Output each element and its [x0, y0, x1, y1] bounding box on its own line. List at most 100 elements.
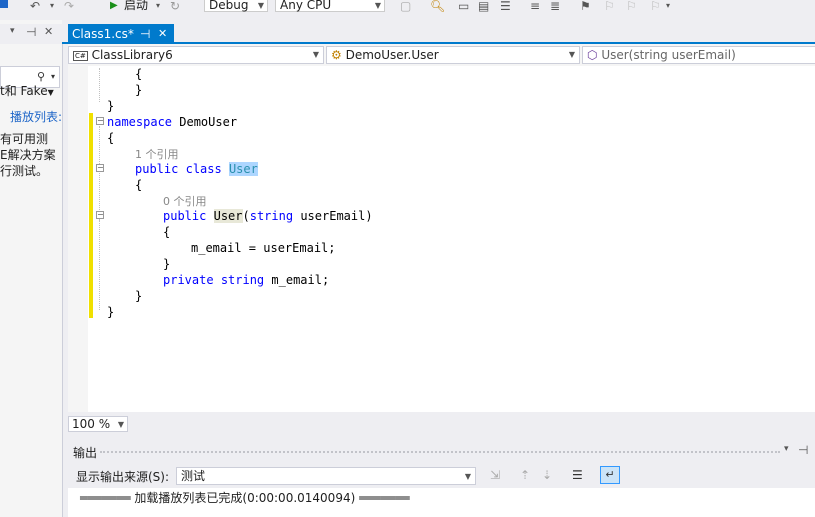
test-explorer-panel: ▾ ⊣ ✕ ⚲ ▾ t和 Fake▼ 播放列表: 有可用测 E解决方案 行测试。: [0, 20, 63, 517]
config-dropdown[interactable]: Debug ▼: [204, 0, 268, 12]
chevron-down-icon: ▼: [117, 420, 124, 429]
collapse-toggle[interactable]: −: [96, 117, 104, 125]
editor-status-bar: [68, 412, 815, 432]
code-line: public class User: [135, 162, 258, 176]
panel-title-bar: ▾ ⊣ ✕: [0, 24, 62, 44]
tab-class1-cs[interactable]: Class1.cs* ⊣ ✕: [68, 24, 174, 44]
playlist-filter[interactable]: t和 Fake▼: [0, 82, 54, 99]
code-line: }: [163, 257, 171, 271]
clear-bookmarks-icon[interactable]: ⚐: [650, 0, 661, 12]
save-icon[interactable]: [0, 0, 8, 8]
platform-dropdown[interactable]: Any CPU ▼: [275, 0, 385, 12]
prev-bookmark-icon[interactable]: ⚐: [604, 0, 615, 12]
start-icon[interactable]: ▶: [110, 0, 118, 12]
config-value: Debug: [209, 0, 249, 12]
bookmark-icon[interactable]: ⚑: [580, 0, 591, 12]
platform-value: Any CPU: [280, 0, 332, 12]
collapse-toggle[interactable]: −: [96, 164, 104, 172]
outdent-icon[interactable]: ≣: [550, 0, 560, 12]
find-icon[interactable]: 🔍︎: [430, 0, 445, 12]
code-line: {: [135, 67, 143, 81]
code-line: {: [135, 178, 143, 192]
chevron-down-icon: ▾: [51, 72, 56, 81]
undo-icon[interactable]: ↶: [30, 0, 40, 12]
filter-label: t和 Fake: [0, 84, 48, 98]
pin-icon[interactable]: ⊣: [26, 25, 36, 39]
pin-icon[interactable]: ⊣: [140, 24, 150, 44]
empty-message: 有可用测 E解决方案 行测试。: [0, 131, 56, 179]
indicator-margin: [68, 66, 88, 412]
clear-all-icon[interactable]: ☰: [572, 468, 583, 482]
chevron-down-icon: ▼: [374, 1, 381, 10]
chevron-down-icon: ▼: [47, 88, 54, 97]
project-dropdown[interactable]: C# ClassLibrary6 ▼: [68, 46, 324, 64]
refresh-icon[interactable]: ↻: [170, 0, 180, 12]
chevron-down-icon: ▼: [568, 50, 575, 59]
code-line: }: [107, 99, 115, 113]
code-line: public User(string userEmail): [163, 209, 373, 223]
chevron-down-icon[interactable]: ▾: [156, 0, 160, 12]
collapse-toggle[interactable]: −: [96, 211, 104, 219]
project-name: ClassLibrary6: [91, 48, 173, 62]
class-icon: ⚙: [331, 48, 342, 62]
pin-icon[interactable]: ⊣: [798, 443, 808, 457]
output-source-dropdown[interactable]: 测试 ▼: [176, 467, 476, 485]
prev-message-icon[interactable]: ⇡: [520, 468, 530, 482]
type-name: DemoUser.User: [345, 48, 439, 62]
chevron-down-icon: ▼: [464, 472, 471, 481]
output-source-label: 显示输出来源(S):: [76, 470, 170, 484]
outline-guide: [99, 68, 100, 102]
zoom-dropdown[interactable]: 100 % ▼: [68, 416, 128, 432]
zoom-value: 100 %: [72, 417, 111, 431]
align-icon[interactable]: ☰: [500, 0, 511, 12]
type-dropdown[interactable]: ⚙ DemoUser.User ▼: [326, 46, 580, 64]
toolbar: ↶ ▾ ↷ ▶ 启动 ▾ ↻ Debug ▼ Any CPU ▼ ▢ 🔍︎ ▭ …: [0, 0, 815, 20]
code-line: }: [135, 83, 143, 97]
tab-strip: [62, 20, 815, 44]
changed-lines-marker: [89, 113, 93, 318]
attach-icon[interactable]: ▢: [400, 0, 411, 12]
code-line: m_email = userEmail;: [191, 241, 336, 255]
tab-label: Class1.cs*: [72, 27, 134, 41]
word-wrap-icon[interactable]: ↵: [600, 466, 620, 484]
next-bookmark-icon[interactable]: ⚐: [626, 0, 637, 12]
chevron-down-icon[interactable]: ▾: [666, 0, 670, 12]
dropdown-icon[interactable]: ▾: [10, 26, 15, 36]
start-button[interactable]: 启动: [124, 0, 148, 12]
output-title: 输出: [73, 446, 98, 460]
output-text-area[interactable]: ═══════ 加载播放列表已完成(0:00:00.0140094) ═════…: [68, 488, 815, 517]
codelens-references[interactable]: 1 个引用: [135, 146, 179, 162]
comment-icon[interactable]: ▭: [458, 0, 469, 12]
close-icon[interactable]: ✕: [44, 25, 53, 38]
code-line: namespace DemoUser: [107, 115, 238, 129]
code-line: }: [135, 289, 143, 303]
output-title-bar: 输出 ▾ ⊣: [68, 440, 815, 462]
method-icon: ⬡: [587, 48, 598, 62]
redo-icon[interactable]: ↷: [64, 0, 74, 12]
next-message-icon[interactable]: ⇣: [542, 468, 552, 482]
grip: [100, 451, 780, 453]
outline-guide: [99, 220, 100, 276]
chevron-down-icon: ▼: [257, 1, 264, 10]
close-icon[interactable]: ✕: [158, 24, 167, 44]
goto-source-icon[interactable]: ⇲: [490, 468, 500, 482]
codelens-references[interactable]: 0 个引用: [163, 193, 207, 209]
navigation-bar: C# ClassLibrary6 ▼ ⚙ DemoUser.User ▼ ⬡ U…: [68, 44, 815, 67]
playlist-link[interactable]: 播放列表:: [10, 108, 62, 125]
indent-icon[interactable]: ≡: [530, 0, 540, 12]
dropdown-icon[interactable]: ▾: [784, 444, 789, 454]
code-line: {: [107, 131, 115, 145]
chevron-down-icon: ▼: [312, 50, 319, 59]
output-source-value: 测试: [181, 469, 206, 483]
chevron-down-icon[interactable]: ▾: [50, 0, 54, 12]
member-dropdown[interactable]: ⬡ User(string userEmail): [582, 46, 815, 64]
csharp-project-icon: C#: [73, 50, 88, 61]
code-line: private string m_email;: [163, 273, 330, 287]
bookmark-window-icon[interactable]: ▤: [478, 0, 489, 12]
code-line: {: [163, 225, 171, 239]
message-line: 行测试。: [0, 164, 49, 178]
message-line: E解决方案: [0, 148, 56, 162]
output-message: ═══════ 加载播放列表已完成(0:00:00.0140094) ═════…: [80, 491, 410, 505]
code-line: }: [107, 305, 115, 319]
member-name: User(string userEmail): [601, 48, 736, 62]
